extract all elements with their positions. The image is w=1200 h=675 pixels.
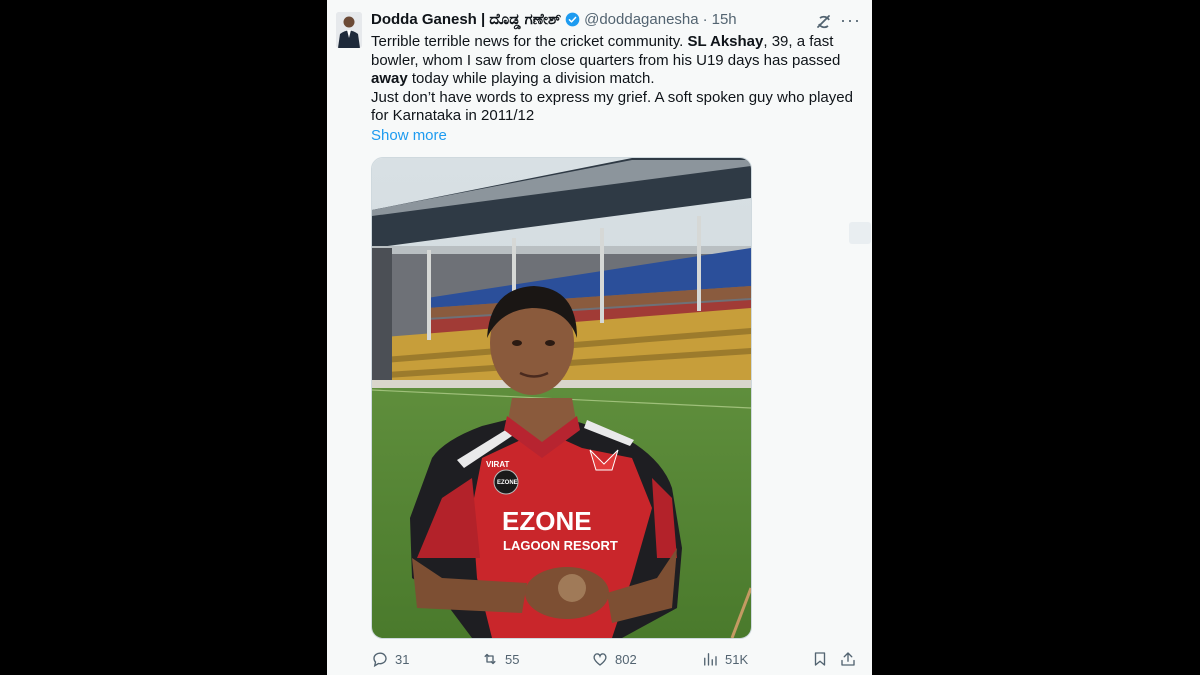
jersey-badge: EZONE — [497, 480, 518, 486]
like-button[interactable]: 802 — [591, 648, 637, 670]
side-placeholder — [849, 222, 871, 244]
views-button[interactable]: 51K — [701, 648, 748, 670]
jersey-brand: EZONE — [502, 506, 592, 536]
more-icon[interactable]: ··· — [840, 10, 860, 30]
reply-button[interactable]: 31 — [371, 648, 409, 670]
tweet-text-part-4: Just don’t have words to express my grie… — [371, 88, 853, 125]
tweet-text-bold-away: away — [371, 70, 408, 87]
author-handle[interactable]: @doddaganesha — [584, 11, 699, 28]
like-count: 802 — [615, 651, 637, 667]
view-count: 51K — [725, 651, 749, 667]
action-bar: 31 55 802 51K — [371, 648, 861, 670]
grok-icon[interactable] — [814, 12, 834, 32]
reply-icon — [373, 652, 387, 668]
avatar[interactable] — [336, 12, 362, 48]
jersey-sponsor: VIRAT — [486, 460, 510, 469]
repost-count: 55 — [505, 651, 520, 667]
views-icon — [704, 653, 717, 666]
reply-count: 31 — [395, 651, 410, 667]
share-button[interactable] — [839, 648, 863, 670]
jersey-subtitle: LAGOON RESORT — [503, 538, 618, 553]
tweet-text-bold-name: SL Akshay — [687, 33, 764, 50]
share-icon — [841, 652, 855, 666]
bookmark-icon — [814, 652, 826, 666]
verified-badge-icon — [565, 12, 580, 27]
repost-icon — [484, 653, 496, 665]
show-more-link[interactable]: Show more — [371, 127, 447, 144]
bookmark-button[interactable] — [811, 648, 835, 670]
tweet-photo[interactable]: EZONE LAGOON RESORT VIRAT EZONE — [371, 157, 752, 639]
tweet-text: Terrible terrible news for the cricket c… — [371, 33, 866, 126]
author-name[interactable]: Dodda Ganesh | ದೊಡ್ಡ ಗಣೇಶ್ — [371, 11, 561, 28]
tweet-header: Dodda Ganesh | ದೊಡ್ಡ ಗಣೇಶ್ @doddaganesha… — [371, 11, 737, 28]
timestamp[interactable]: 15h — [712, 11, 737, 28]
like-icon — [593, 653, 607, 666]
tweet-text-part-3: today while playing a division match. — [407, 70, 655, 87]
separator: · — [702, 11, 708, 28]
tweet-text-part-1: Terrible terrible news for the cricket c… — [371, 33, 688, 50]
repost-button[interactable]: 55 — [481, 648, 519, 670]
